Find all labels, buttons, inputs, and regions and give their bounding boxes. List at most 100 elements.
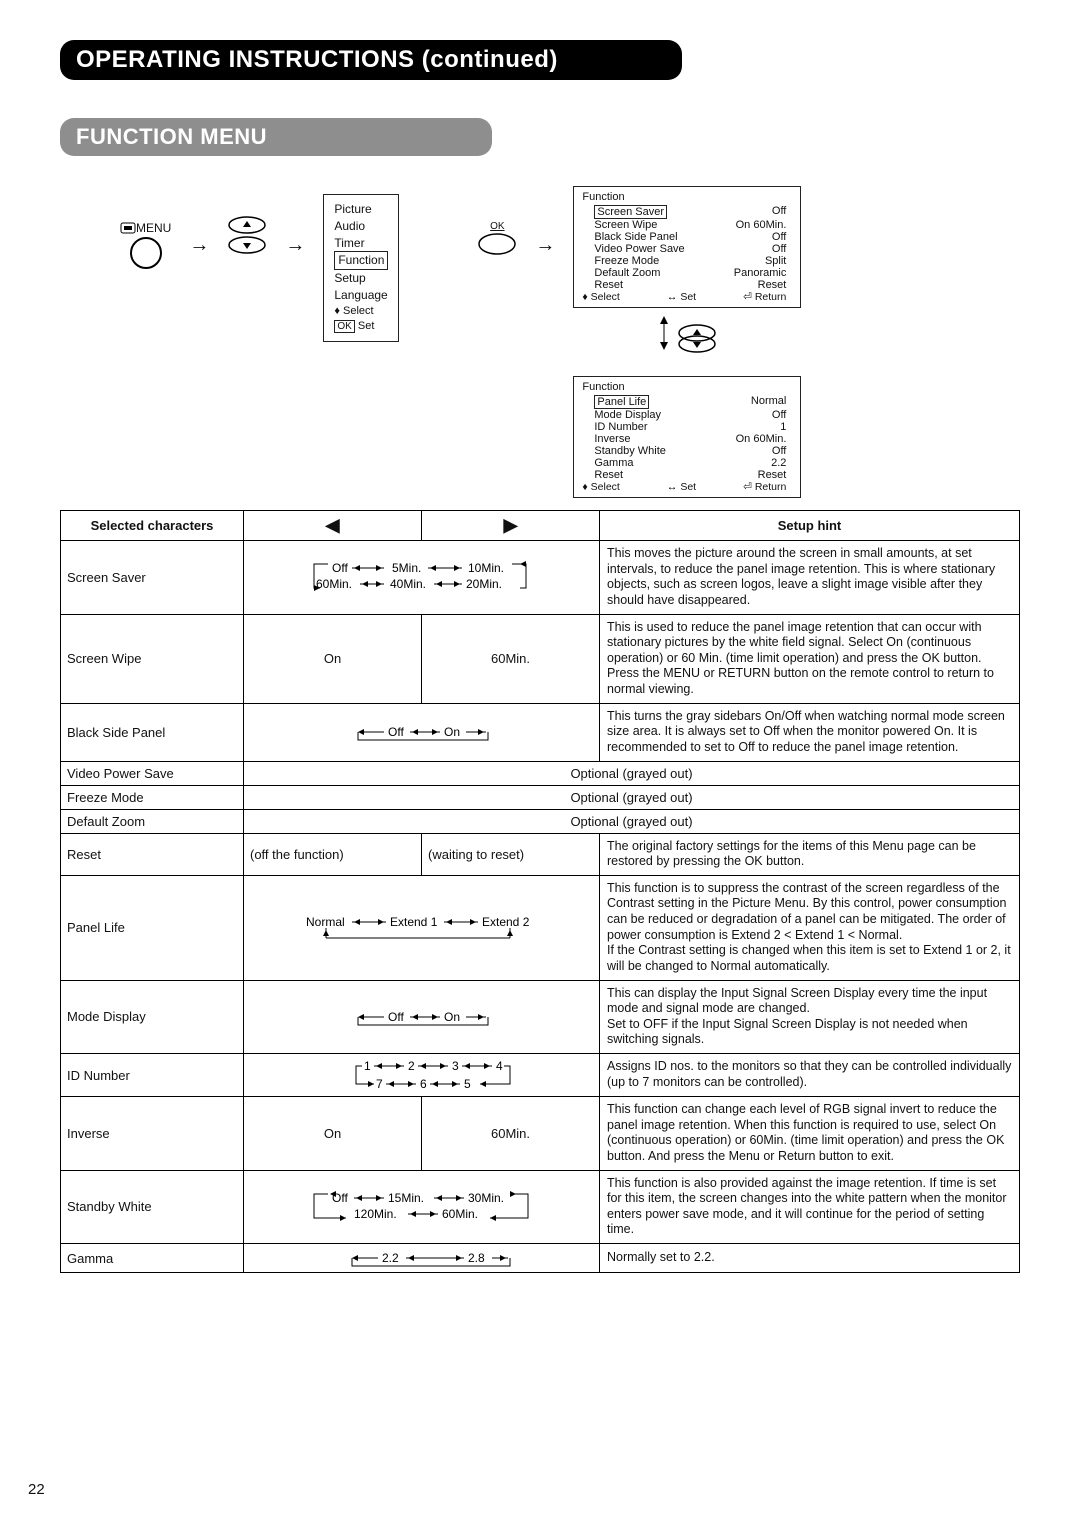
osd2-r1-l: Mode Display [594, 409, 661, 421]
off-on-diagram: Off On [322, 1007, 522, 1027]
arrow-right: → [285, 234, 305, 257]
table-row: ID Number 1 2 3 4 7 6 5 Assigns ID nos. … [61, 1054, 1020, 1097]
row-hint: The original factory settings for the it… [600, 833, 1020, 875]
table-row: Standby White Off 15Min. 30Min. 120Min. … [61, 1170, 1020, 1244]
osd1-foot-select: Select [591, 291, 620, 303]
row-name: Screen Wipe [61, 614, 244, 703]
svg-text:On: On [444, 725, 460, 739]
osd1-r3-r: Off [772, 243, 786, 255]
row-name: Screen Saver [61, 541, 244, 615]
row-hint: This function is to suppress the contras… [600, 875, 1020, 980]
row-opts: 1 2 3 4 7 6 5 [244, 1054, 600, 1097]
osd1-r4-l: Freeze Mode [594, 255, 659, 267]
osd2-r4-r: Off [772, 445, 786, 457]
osd2-r1-r: Off [772, 409, 786, 421]
osd2-r5-l: Gamma [594, 457, 633, 469]
row-hint: This can display the Input Signal Screen… [600, 980, 1020, 1054]
flow-diagram: MENU → → Picture Audio Timer Function Se… [120, 186, 1010, 498]
menu-item: Timer [334, 235, 388, 252]
stbywhite-diagram: Off 15Min. 30Min. 120Min. 60Min. [272, 1190, 572, 1224]
row-opts: Normal Extend 1 Extend 2 [244, 875, 600, 980]
page-number: 22 [28, 1481, 45, 1498]
osd1-title: Function [582, 191, 792, 203]
main-menu-box: Picture Audio Timer Function Setup Langu… [323, 194, 399, 342]
row-opts: 2.2 2.8 [244, 1244, 600, 1273]
osd1-r2-r: Off [772, 231, 786, 243]
row-right: 60Min. [422, 1097, 600, 1171]
table-row: Reset (off the function) (waiting to res… [61, 833, 1020, 875]
th-selected: Selected characters [61, 511, 244, 541]
svg-text:4: 4 [496, 1059, 503, 1073]
table-row: Screen Saver Off5Min.10Min. 60Min.40Min.… [61, 541, 1020, 615]
osd2-r6-r: Reset [758, 469, 787, 481]
nav-oval-buttons [227, 216, 267, 254]
svg-text:60Min.: 60Min. [442, 1207, 478, 1221]
osd2-r2-l: ID Number [594, 421, 647, 433]
osd-panel-1: Function Screen SaverOff Screen WipeOn 6… [573, 186, 801, 308]
row-opts: Off On [244, 703, 600, 761]
row-left: On [244, 1097, 422, 1171]
svg-text:Extend 2: Extend 2 [482, 915, 530, 929]
menu-item: Audio [334, 218, 388, 235]
off-on-diagram: Off On [322, 722, 522, 742]
osd1-r4-r: Split [765, 255, 786, 267]
row-name: Standby White [61, 1170, 244, 1244]
osd-panel-2: Function Panel LifeNormal Mode DisplayOf… [573, 376, 801, 498]
table-row: Gamma 2.2 2.8 Normally set to 2.2. [61, 1244, 1020, 1273]
osd2-foot-select: Select [591, 481, 620, 493]
svg-text:2.8: 2.8 [468, 1251, 485, 1265]
svg-text:On: On [444, 1010, 460, 1024]
svg-text:Normal: Normal [306, 915, 345, 929]
row-left: On [244, 614, 422, 703]
ok-label: OK [490, 221, 504, 232]
table-row: Freeze Mode Optional (grayed out) [61, 785, 1020, 809]
row-opt: Optional (grayed out) [244, 761, 1020, 785]
table-row: Panel Life Normal Extend 1 Extend 2 This… [61, 875, 1020, 980]
header-title: OPERATING INSTRUCTIONS (continued) [60, 40, 682, 80]
row-opt: Optional (grayed out) [244, 809, 1020, 833]
svg-text:3: 3 [452, 1059, 459, 1073]
row-name: Reset [61, 833, 244, 875]
section-header: OPERATING INSTRUCTIONS (continued) [60, 40, 1030, 80]
osd1-r0-l: Screen Saver [594, 205, 667, 219]
osd1-r5-l: Default Zoom [594, 267, 660, 279]
svg-text:120Min.: 120Min. [354, 1207, 397, 1221]
row-name: Black Side Panel [61, 703, 244, 761]
settings-table: Selected characters ◀ ▶ Setup hint Scree… [60, 510, 1020, 1273]
row-name: Mode Display [61, 980, 244, 1054]
svg-text:Off: Off [388, 1010, 404, 1024]
menu-item: Picture [334, 201, 388, 218]
osd1-r6-r: Reset [758, 279, 787, 291]
osd2-r5-r: 2.2 [771, 457, 786, 469]
svg-text:2: 2 [408, 1059, 415, 1073]
row-name: Default Zoom [61, 809, 244, 833]
row-name: Inverse [61, 1097, 244, 1171]
row-hint: Normally set to 2.2. [600, 1244, 1020, 1273]
row-hint: This moves the picture around the screen… [600, 541, 1020, 615]
svg-text:Off: Off [332, 561, 348, 575]
osd1-r6-l: Reset [594, 279, 623, 291]
osd2-r6-l: Reset [594, 469, 623, 481]
row-hint: This turns the gray sidebars On/Off when… [600, 703, 1020, 761]
osd-nav-arrows [657, 316, 717, 350]
row-name: Freeze Mode [61, 785, 244, 809]
row-opt: Optional (grayed out) [244, 785, 1020, 809]
svg-text:1: 1 [364, 1059, 371, 1073]
row-right: (waiting to reset) [422, 833, 600, 875]
table-head: Selected characters ◀ ▶ Setup hint [61, 511, 1020, 541]
circle-glyph [130, 237, 162, 269]
osd2-title: Function [582, 381, 792, 393]
menu-item: Setup [334, 270, 388, 287]
svg-text:6: 6 [420, 1077, 427, 1091]
osd2-r3-l: Inverse [594, 433, 630, 445]
osd1-foot-ret: Return [755, 291, 787, 303]
row-opts: Off5Min.10Min. 60Min.40Min.20Min. [244, 541, 600, 615]
svg-text:Off: Off [388, 725, 404, 739]
menu-item: Language [334, 287, 388, 304]
osd2-r0-r: Normal [751, 395, 786, 409]
subsection-header: FUNCTION MENU [60, 118, 1030, 156]
osd2-r4-l: Standby White [594, 445, 666, 457]
panellife-diagram: Normal Extend 1 Extend 2 [282, 914, 562, 942]
row-hint: This function can change each level of R… [600, 1097, 1020, 1171]
row-right: 60Min. [422, 614, 600, 703]
